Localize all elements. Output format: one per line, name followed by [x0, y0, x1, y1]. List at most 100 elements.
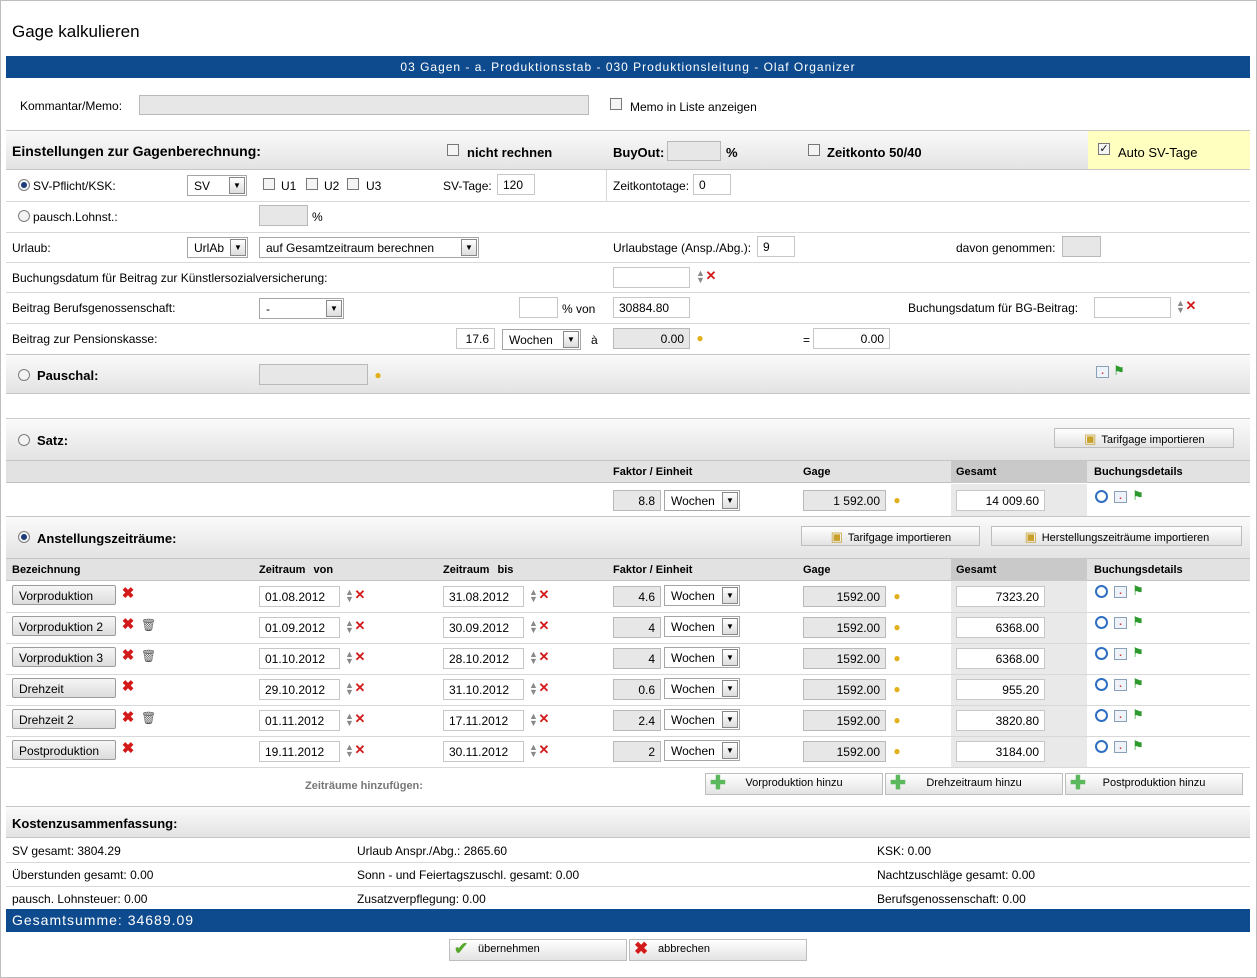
bg-base-input[interactable]: 30884.80	[613, 297, 690, 318]
clear-icon[interactable]: ✕	[537, 619, 551, 633]
clock-icon[interactable]	[1095, 616, 1108, 629]
trash-icon[interactable]: 🗑	[141, 618, 156, 632]
row-name-button[interactable]: Drehzeit	[12, 678, 116, 698]
spinner-icon[interactable]: ▲ ▼	[345, 650, 354, 666]
flag-icon[interactable]: ⚑	[1131, 489, 1145, 503]
spinner-icon[interactable]: ▲ ▼	[345, 588, 354, 604]
spinner-icon[interactable]: ▲ ▼	[529, 619, 538, 635]
clock-icon[interactable]	[1095, 647, 1108, 660]
coins-icon[interactable]: ●	[371, 368, 385, 382]
coins-icon[interactable]: ●	[890, 744, 904, 758]
add-vorproduktion-button[interactable]: ✚ Vorproduktion hinzu	[705, 773, 883, 795]
row-gesamt-input[interactable]: 6368.00	[956, 617, 1045, 638]
row-gage-input[interactable]: 1592.00	[803, 617, 886, 638]
flag-icon[interactable]: ⚑	[1112, 364, 1126, 378]
row-name-button[interactable]: Vorproduktion	[12, 585, 116, 605]
calendar-icon[interactable]: ▪	[1114, 586, 1127, 598]
clear-icon[interactable]: ✕	[704, 269, 718, 283]
clock-icon[interactable]	[1095, 490, 1108, 503]
row-bis-input[interactable]: 31.10.2012	[443, 679, 524, 700]
delete-icon[interactable]: ✖	[121, 648, 135, 663]
calendar-icon[interactable]: ▪	[1096, 366, 1109, 378]
urlaubstage-input[interactable]: 9	[757, 236, 795, 257]
pension-unit-select[interactable]: Wochen ▼	[502, 329, 581, 350]
spinner-icon[interactable]: ▲ ▼	[345, 743, 354, 759]
flag-icon[interactable]: ⚑	[1131, 739, 1145, 753]
row-gesamt-input[interactable]: 7323.20	[956, 586, 1045, 607]
coins-icon[interactable]: ●	[890, 651, 904, 665]
anstellung-import-tarif-button[interactable]: ▣ Tarifgage importieren	[801, 526, 980, 546]
coins-icon[interactable]: ●	[890, 713, 904, 727]
satz-gesamt-input[interactable]: 14 009.60	[956, 490, 1045, 511]
ksk-date-input[interactable]	[613, 267, 690, 288]
pauschal-input[interactable]	[259, 364, 368, 385]
spinner-icon[interactable]: ▲ ▼	[345, 619, 354, 635]
clear-icon[interactable]: ✕	[537, 712, 551, 726]
u1-checkbox[interactable]	[263, 178, 275, 190]
clock-icon[interactable]	[1095, 740, 1108, 753]
clear-icon[interactable]: ✕	[537, 681, 551, 695]
trash-icon[interactable]: 🗑	[141, 711, 156, 725]
row-unit-select[interactable]: Wochen ▼	[664, 678, 740, 699]
satz-radio[interactable]	[18, 434, 30, 446]
clear-icon[interactable]: ✕	[537, 650, 551, 664]
row-name-button[interactable]: Drehzeit 2	[12, 709, 116, 729]
clear-icon[interactable]: ✕	[353, 743, 367, 757]
clear-icon[interactable]: ✕	[353, 588, 367, 602]
memo-input[interactable]	[139, 95, 589, 115]
row-unit-select[interactable]: Wochen ▼	[664, 740, 740, 761]
delete-icon[interactable]: ✖	[121, 679, 135, 694]
row-unit-select[interactable]: Wochen ▼	[664, 647, 740, 668]
row-gesamt-input[interactable]: 6368.00	[956, 648, 1045, 669]
row-gage-input[interactable]: 1592.00	[803, 679, 886, 700]
spinner-icon[interactable]: ▲ ▼	[529, 743, 538, 759]
nicht-rechnen-checkbox[interactable]	[447, 144, 459, 156]
row-factor-input[interactable]: 4	[613, 648, 661, 669]
row-factor-input[interactable]: 0.6	[613, 679, 661, 700]
clock-icon[interactable]	[1095, 678, 1108, 691]
pension-factor-input[interactable]: 17.6	[456, 328, 495, 349]
row-bis-input[interactable]: 28.10.2012	[443, 648, 524, 669]
row-unit-select[interactable]: Wochen ▼	[664, 709, 740, 730]
satz-gage-input[interactable]: 1 592.00	[803, 490, 886, 511]
pension-total-input[interactable]: 0.00	[813, 328, 890, 349]
cancel-button[interactable]: ✖ abbrechen	[629, 939, 807, 961]
row-bis-input[interactable]: 30.09.2012	[443, 617, 524, 638]
clear-icon[interactable]: ✕	[537, 743, 551, 757]
buyout-input[interactable]	[667, 141, 721, 161]
row-gage-input[interactable]: 1592.00	[803, 741, 886, 762]
row-gesamt-input[interactable]: 955.20	[956, 679, 1045, 700]
clear-icon[interactable]: ✕	[1184, 299, 1198, 313]
row-unit-select[interactable]: Wochen ▼	[664, 616, 740, 637]
row-gesamt-input[interactable]: 3820.80	[956, 710, 1045, 731]
coins-icon[interactable]: ●	[890, 620, 904, 634]
genommen-input[interactable]	[1062, 236, 1101, 257]
row-gage-input[interactable]: 1592.00	[803, 710, 886, 731]
satz-factor-input[interactable]: 8.8	[613, 490, 661, 511]
delete-icon[interactable]: ✖	[121, 741, 135, 756]
ok-button[interactable]: ✔ übernehmen	[449, 939, 627, 961]
add-postproduktion-button[interactable]: ✚ Postproduktion hinzu	[1065, 773, 1243, 795]
row-gesamt-input[interactable]: 3184.00	[956, 741, 1045, 762]
calendar-icon[interactable]: ▪	[1114, 648, 1127, 660]
calendar-icon[interactable]: ▪	[1114, 491, 1127, 503]
u3-checkbox[interactable]	[347, 178, 359, 190]
row-bis-input[interactable]: 31.08.2012	[443, 586, 524, 607]
row-factor-input[interactable]: 2.4	[613, 710, 661, 731]
row-name-button[interactable]: Vorproduktion 3	[12, 647, 116, 667]
flag-icon[interactable]: ⚑	[1131, 677, 1145, 691]
sv-select[interactable]: SV ▼	[187, 175, 247, 196]
delete-icon[interactable]: ✖	[121, 586, 135, 601]
row-von-input[interactable]: 01.11.2012	[259, 710, 340, 731]
pausch-lohnst-input[interactable]	[259, 205, 308, 226]
clear-icon[interactable]: ✕	[537, 588, 551, 602]
row-von-input[interactable]: 19.11.2012	[259, 741, 340, 762]
delete-icon[interactable]: ✖	[121, 710, 135, 725]
coins-icon[interactable]: ●	[890, 589, 904, 603]
urlaub-type-select[interactable]: UrlAb ▼	[187, 237, 248, 258]
calendar-icon[interactable]: ▪	[1114, 741, 1127, 753]
pension-rate-input[interactable]: 0.00	[613, 328, 690, 349]
clear-icon[interactable]: ✕	[353, 712, 367, 726]
coins-icon[interactable]: ●	[693, 331, 707, 345]
anstellung-radio[interactable]	[18, 531, 30, 543]
